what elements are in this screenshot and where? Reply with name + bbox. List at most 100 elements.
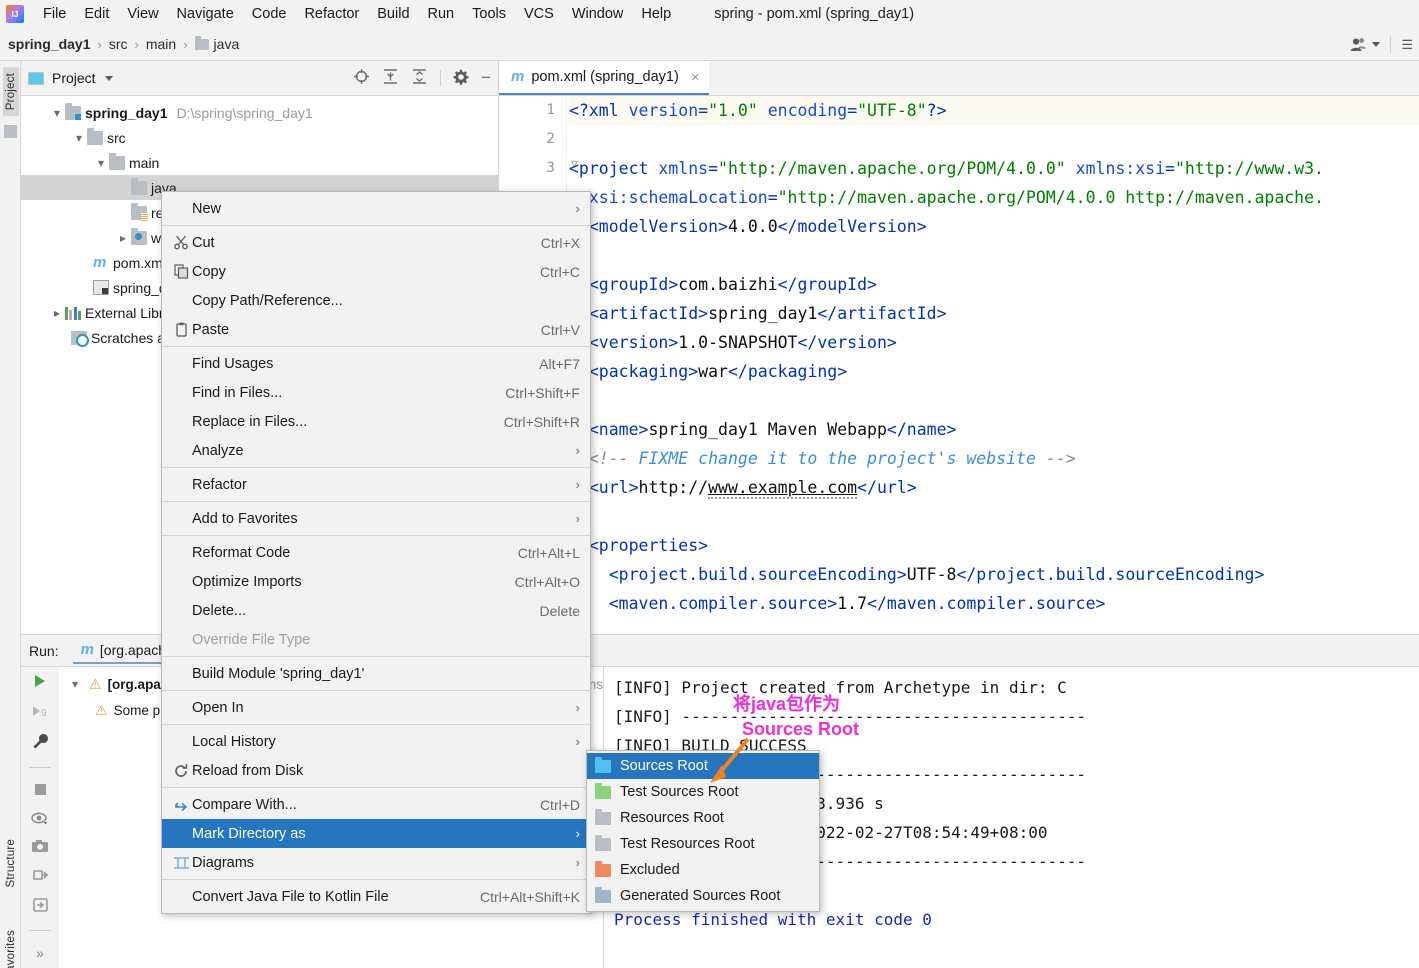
- code-line: <groupId>com.baizhi</groupId>: [588, 275, 877, 294]
- chevron-down-icon[interactable]: [93, 156, 109, 170]
- editor-tab-pom-xml[interactable]: m pom.xml (spring_day1) ×: [499, 61, 709, 95]
- code-line: <url>http://www.example.com</url>: [588, 478, 917, 499]
- collapse-all-icon[interactable]: [411, 68, 428, 88]
- minimize-icon[interactable]: −: [481, 69, 491, 86]
- module-folder-icon: [65, 102, 81, 120]
- notification-icon[interactable]: ☰: [1401, 37, 1413, 53]
- context-menu-item-local-history[interactable]: Local History ›: [162, 727, 590, 756]
- rerun-icon[interactable]: [32, 673, 48, 692]
- maven-icon: m: [511, 68, 525, 85]
- user-icon[interactable]: [1350, 37, 1381, 52]
- toolbar-divider: [1390, 36, 1392, 53]
- context-menu-item-paste[interactable]: Paste Ctrl+V: [162, 315, 590, 344]
- submenu-item-resources-root[interactable]: Resources Root: [587, 805, 819, 831]
- test-sources-root-folder-icon: [595, 782, 611, 799]
- more-icon[interactable]: »: [36, 945, 44, 961]
- breadcrumb-item-project[interactable]: spring_day1: [8, 36, 90, 52]
- breadcrumb-item-java[interactable]: java: [214, 36, 240, 52]
- sidebar-tab-project[interactable]: Project: [3, 67, 19, 117]
- menu-separator: [162, 690, 590, 691]
- code-editor[interactable]: 1 2 3 ▽ <?xml version="1.0" encoding="UT…: [499, 96, 1419, 634]
- context-menu-item-refactor[interactable]: Refactor ›: [162, 470, 590, 499]
- chevron-right-icon[interactable]: [115, 231, 131, 245]
- context-menu-item-label: Delete...: [192, 602, 246, 619]
- breadcrumb-item-main[interactable]: main: [146, 36, 176, 52]
- submenu-item-excluded[interactable]: Excluded: [587, 857, 819, 883]
- context-menu-item-reformat-code[interactable]: Reformat Code Ctrl+Alt+L: [162, 538, 590, 567]
- context-menu-item-shortcut: Alt+F7: [539, 355, 580, 372]
- tree-item-label: main: [129, 154, 160, 171]
- context-menu-item-build-module-spring-day1[interactable]: Build Module 'spring_day1': [162, 659, 590, 688]
- left-tool-strip: Project Structure Favorites ★: [0, 61, 21, 968]
- menu-vcs[interactable]: VCS: [515, 3, 563, 25]
- context-menu-item-analyze[interactable]: Analyze ›: [162, 436, 590, 465]
- tree-item-spring_day1[interactable]: spring_day1 D:\spring\spring_day1: [21, 100, 498, 125]
- context-menu-item-delete[interactable]: Delete... Delete: [162, 596, 590, 625]
- menu-edit[interactable]: Edit: [75, 3, 118, 25]
- context-menu-item-replace-in-files[interactable]: Replace in Files... Ctrl+Shift+R: [162, 407, 590, 436]
- context-menu-item-cut[interactable]: Cut Ctrl+X: [162, 228, 590, 257]
- rerun-failed-icon[interactable]: 9: [31, 703, 49, 722]
- settings-wrench-icon[interactable]: [32, 733, 49, 753]
- chevron-down-icon[interactable]: [67, 677, 83, 691]
- toolbar-divider: [29, 930, 51, 931]
- submenu-item-test-resources-root[interactable]: Test Resources Root: [587, 831, 819, 857]
- context-menu-item-new[interactable]: New ›: [162, 194, 590, 223]
- context-menu-item-copy-path-reference[interactable]: Copy Path/Reference...: [162, 286, 590, 315]
- code-line: <version>1.0-SNAPSHOT</version>: [588, 333, 897, 352]
- code-line: <project xmlns="http://maven.apache.org/…: [569, 159, 1324, 178]
- sidebar-tab-favorites[interactable]: Favorites: [3, 924, 19, 968]
- tree-item-main[interactable]: main: [21, 150, 498, 175]
- menu-refactor[interactable]: Refactor: [295, 3, 368, 25]
- breadcrumb-right-tools: ☰: [1350, 28, 1413, 61]
- submenu-item-label: Test Sources Root: [620, 784, 739, 800]
- stop-icon[interactable]: [33, 782, 48, 800]
- chevron-down-icon[interactable]: [49, 106, 65, 120]
- chevron-right-icon[interactable]: [49, 306, 65, 320]
- context-menu-item-add-to-favorites[interactable]: Add to Favorites ›: [162, 504, 590, 533]
- gear-icon[interactable]: [453, 69, 469, 88]
- chevron-down-icon[interactable]: [71, 131, 87, 145]
- menu-code[interactable]: Code: [243, 3, 296, 25]
- menu-build[interactable]: Build: [368, 3, 418, 25]
- eye-icon[interactable]: [31, 811, 49, 828]
- menu-navigate[interactable]: Navigate: [168, 3, 243, 25]
- context-menu-item-open-in[interactable]: Open In ›: [162, 693, 590, 722]
- sidebar-tab-structure[interactable]: Structure: [3, 833, 19, 893]
- close-icon[interactable]: ×: [691, 69, 700, 86]
- context-menu-item-shortcut: Ctrl+V: [540, 321, 580, 338]
- chevron-right-icon: ›: [575, 700, 580, 715]
- user-glyph: [1350, 38, 1367, 51]
- context-menu-item-find-usages[interactable]: Find Usages Alt+F7: [162, 349, 590, 378]
- menu-tools[interactable]: Tools: [463, 3, 515, 25]
- tree-item-src[interactable]: src: [21, 125, 498, 150]
- breadcrumb-item-src[interactable]: src: [109, 36, 128, 52]
- soft-wrap-icon[interactable]: [32, 897, 49, 916]
- context-menu-item-convert-java-file-to-kotlin-file[interactable]: Convert Java File to Kotlin File Ctrl+Alt…: [162, 882, 590, 911]
- menu-separator: [162, 225, 590, 226]
- code-line: <maven.compiler.source>1.7</maven.compil…: [608, 594, 1106, 613]
- submenu-item-generated-sources-root[interactable]: Generated Sources Root: [587, 883, 819, 909]
- menu-run[interactable]: Run: [419, 3, 464, 25]
- menu-help[interactable]: Help: [632, 3, 680, 25]
- context-menu-item-compare-with[interactable]: Compare With... Ctrl+D: [162, 790, 590, 819]
- project-panel-title: Project: [52, 70, 96, 86]
- menu-view[interactable]: View: [118, 3, 167, 25]
- locate-icon[interactable]: [353, 68, 370, 88]
- context-menu-item-reload-from-disk[interactable]: Reload from Disk: [162, 756, 590, 785]
- expand-all-icon[interactable]: [382, 68, 399, 88]
- print-debug-icon[interactable]: [31, 867, 49, 886]
- context-menu-item-copy[interactable]: Copy Ctrl+C: [162, 257, 590, 286]
- sources-root-folder-icon: [595, 756, 611, 773]
- context-menu-item-optimize-imports[interactable]: Optimize Imports Ctrl+Alt+O: [162, 567, 590, 596]
- context-menu-item-find-in-files[interactable]: Find in Files... Ctrl+Shift+F: [162, 378, 590, 407]
- context-menu-item-diagrams[interactable]: Diagrams ›: [162, 848, 590, 877]
- annotation-line-1: 将java包作为: [733, 694, 841, 714]
- context-menu-item-mark-directory-as[interactable]: Mark Directory as ›: [162, 819, 590, 848]
- menu-window[interactable]: Window: [563, 3, 633, 25]
- chevron-down-icon[interactable]: [104, 75, 113, 81]
- camera-icon[interactable]: [31, 839, 49, 856]
- context-menu-item-label: Find Usages: [192, 355, 274, 372]
- menu-file[interactable]: File: [34, 3, 75, 25]
